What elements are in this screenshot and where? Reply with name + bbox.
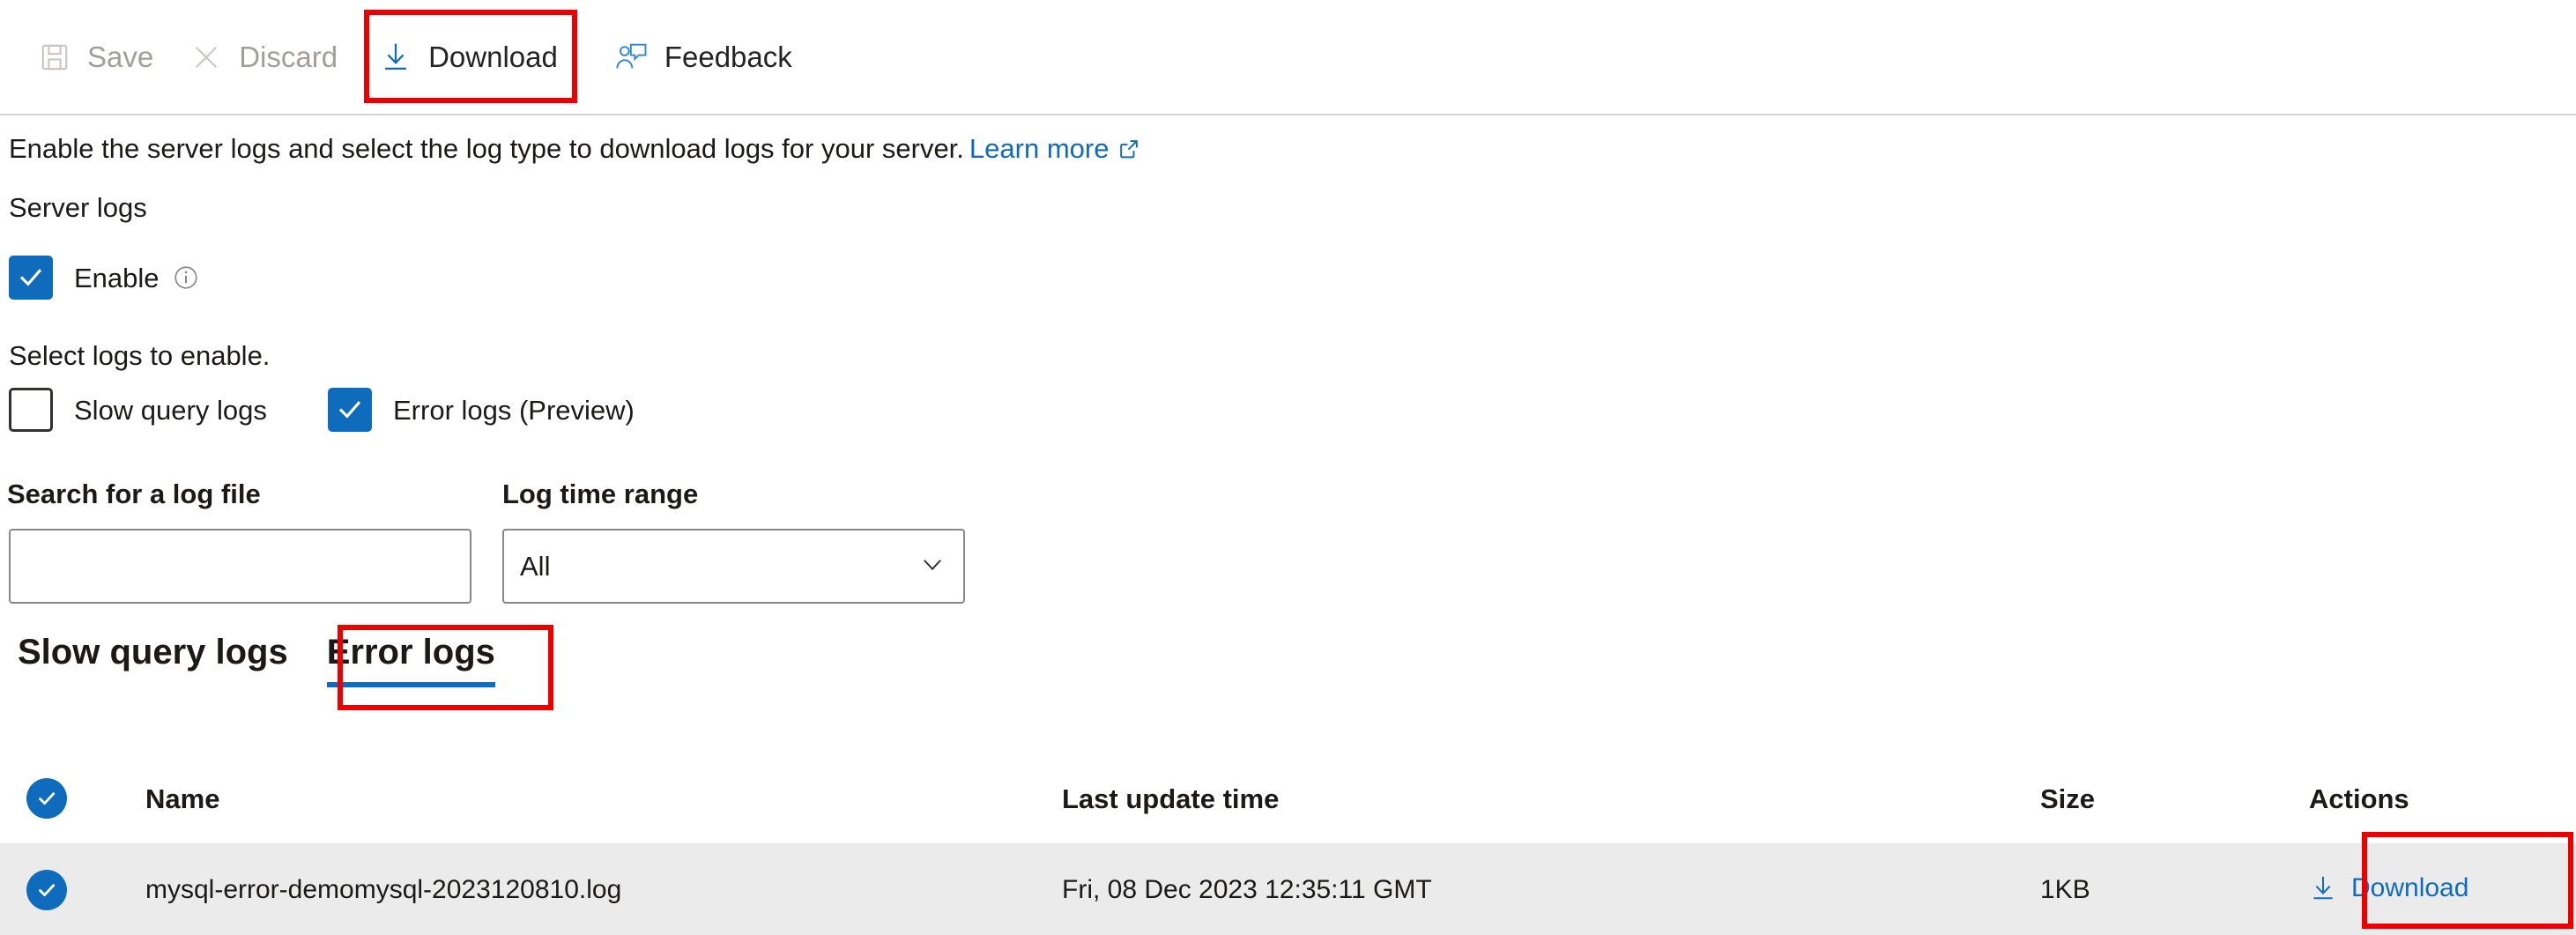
discard-label: Discard <box>239 42 338 71</box>
select-all-checkbox[interactable] <box>26 778 67 819</box>
log-type-tabs: Slow query logs Error logs <box>16 627 520 689</box>
tab-selected-underline <box>327 682 495 687</box>
cell-last-update-time: Fri, 08 Dec 2023 12:35:11 GMT <box>1062 877 2040 903</box>
tab-error-logs[interactable]: Error logs <box>325 627 497 689</box>
download-icon <box>378 40 413 75</box>
cell-actions: Download <box>2309 873 2576 907</box>
info-icon[interactable] <box>174 265 198 290</box>
slow-query-logs-checkbox-row[interactable]: Slow query logs <box>9 388 267 432</box>
chevron-down-icon <box>917 549 947 583</box>
log-files-table: Name Last update time Size Actions mysql… <box>0 753 2576 935</box>
error-logs-label: Error logs (Preview) <box>393 397 635 424</box>
download-label: Download <box>428 42 558 71</box>
table-header-row: Name Last update time Size Actions <box>0 753 2576 845</box>
enable-label: Enable <box>74 264 160 292</box>
learn-more-link[interactable]: Learn more <box>969 133 1110 164</box>
server-logs-section-label: Server logs <box>9 194 147 221</box>
search-input[interactable] <box>9 529 471 604</box>
save-icon <box>37 40 72 75</box>
row-download-button[interactable]: Download <box>2309 873 2468 903</box>
tab-error-logs-label: Error logs <box>327 633 495 672</box>
search-field-label: Search for a log file <box>7 480 261 508</box>
row-download-label: Download <box>2351 873 2468 903</box>
select-logs-instruction: Select logs to enable. <box>9 342 270 369</box>
table-row[interactable]: mysql-error-demomysql-2023120810.log Fri… <box>0 845 2576 935</box>
log-time-range-label: Log time range <box>502 480 698 508</box>
tab-slow-query-logs-label: Slow query logs <box>18 633 288 672</box>
discard-button[interactable]: Discard <box>171 24 355 91</box>
column-header-actions: Actions <box>2309 785 2576 813</box>
save-button[interactable]: Save <box>19 24 171 91</box>
cell-size: 1KB <box>2040 877 2309 903</box>
download-button[interactable]: Download <box>360 24 575 91</box>
column-header-last-update-time[interactable]: Last update time <box>1062 785 2040 813</box>
save-label: Save <box>87 42 153 71</box>
row-select-cell <box>0 870 93 910</box>
feedback-icon <box>614 40 650 75</box>
column-header-name[interactable]: Name <box>93 785 1062 813</box>
cell-file-name: mysql-error-demomysql-2023120810.log <box>93 877 1062 903</box>
error-logs-checkbox-row[interactable]: Error logs (Preview) <box>328 388 635 432</box>
log-time-range-value: All <box>520 553 917 580</box>
command-toolbar: Save Discard Download F <box>0 0 2576 115</box>
page-description: Enable the server logs and select the lo… <box>9 130 1140 170</box>
external-link-icon <box>1117 133 1140 170</box>
slow-query-logs-label: Slow query logs <box>74 397 267 424</box>
discard-icon <box>189 40 224 75</box>
log-time-range-select[interactable]: All <box>502 529 965 604</box>
feedback-label: Feedback <box>664 42 792 71</box>
error-logs-checkbox[interactable] <box>328 388 372 432</box>
download-icon <box>2309 874 2337 902</box>
description-text: Enable the server logs and select the lo… <box>9 133 964 164</box>
column-header-size[interactable]: Size <box>2040 785 2309 813</box>
enable-checkbox[interactable] <box>9 256 53 300</box>
slow-query-logs-checkbox[interactable] <box>9 388 53 432</box>
tab-slow-query-logs[interactable]: Slow query logs <box>16 627 290 689</box>
row-checkbox[interactable] <box>26 870 67 910</box>
feedback-button[interactable]: Feedback <box>597 24 810 91</box>
select-all-cell <box>0 778 93 819</box>
enable-checkbox-row[interactable]: Enable <box>9 256 198 300</box>
